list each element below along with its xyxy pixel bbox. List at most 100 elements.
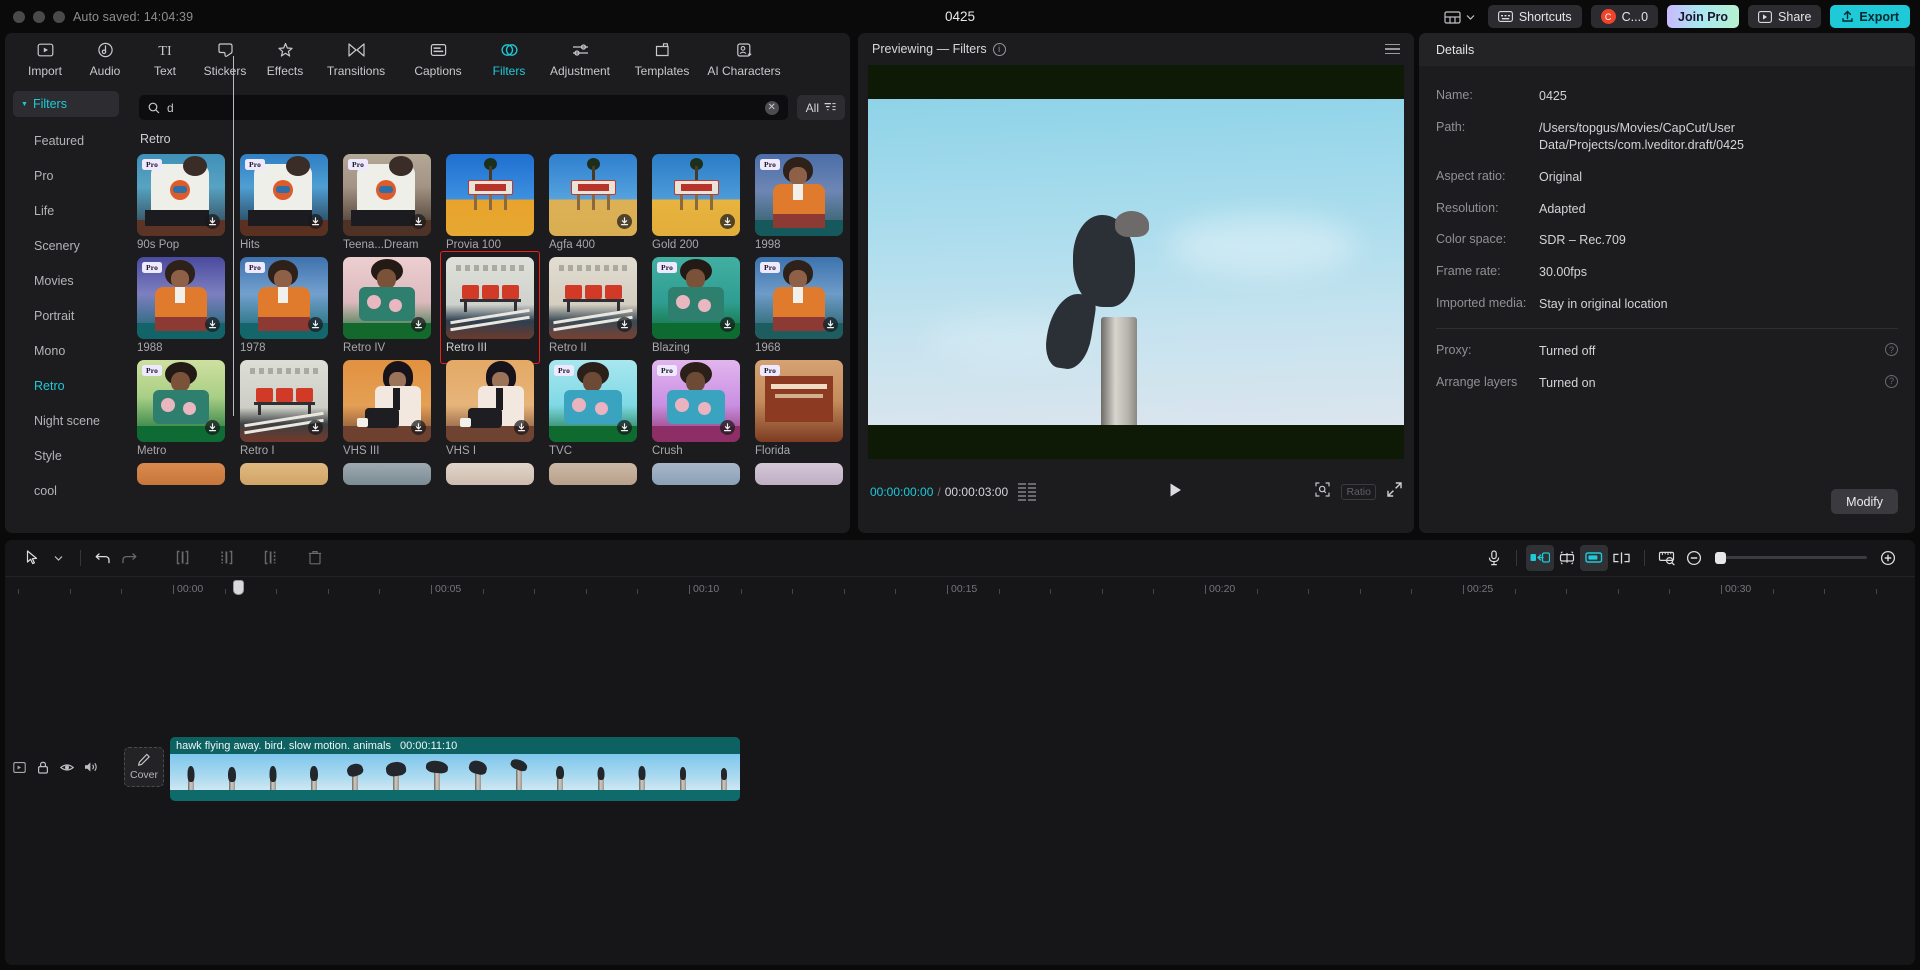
category-header-filters[interactable]: ▼ Filters <box>13 91 119 117</box>
playhead-handle[interactable] <box>233 580 244 595</box>
nav-item-captions[interactable]: Captions <box>397 38 479 80</box>
info-icon[interactable]: i <box>993 43 1006 56</box>
shortcuts-button[interactable]: Shortcuts <box>1488 5 1582 28</box>
filter-card[interactable]: VHS III <box>343 360 445 457</box>
trim-left-button[interactable] <box>214 545 240 571</box>
nav-item-transitions[interactable]: Transitions <box>315 38 397 80</box>
zoom-slider[interactable] <box>1715 556 1867 559</box>
download-icon[interactable] <box>205 420 220 435</box>
split-button[interactable] <box>170 545 196 571</box>
nav-item-text[interactable]: TI Text <box>135 38 195 80</box>
download-icon[interactable] <box>720 317 735 332</box>
hamburger-icon[interactable] <box>1385 44 1400 55</box>
category-item-portrait[interactable]: Portrait <box>5 298 127 333</box>
filter-card[interactable]: Pro Metro <box>137 360 239 457</box>
detail-value[interactable]: Turned on <box>1539 375 1596 392</box>
select-tool-button[interactable] <box>19 545 45 571</box>
nav-item-effects[interactable]: Effects <box>255 38 315 80</box>
category-item-style[interactable]: Style <box>5 438 127 473</box>
close-window-button[interactable] <box>13 11 25 23</box>
filter-card[interactable]: Provia 100 <box>446 154 548 251</box>
search-input[interactable]: d ✕ <box>139 95 788 120</box>
download-icon[interactable] <box>308 420 323 435</box>
filter-card-partial[interactable] <box>240 463 342 485</box>
crop-zoom-button[interactable] <box>1315 482 1330 502</box>
filter-card-partial[interactable] <box>137 463 239 485</box>
download-icon[interactable] <box>720 420 735 435</box>
filter-card[interactable]: Pro Hits <box>240 154 342 251</box>
filter-type-dropdown[interactable]: All <box>797 95 845 120</box>
download-icon[interactable] <box>514 420 529 435</box>
filter-card[interactable]: Pro Teena...Dream <box>343 154 445 251</box>
category-item-featured[interactable]: Featured <box>5 123 127 158</box>
download-icon[interactable] <box>823 317 838 332</box>
layout-switch-button[interactable] <box>1440 7 1479 27</box>
filter-card[interactable]: Pro Blazing <box>652 257 754 354</box>
zoom-out-button[interactable] <box>1681 545 1707 571</box>
filters-grid-scroll[interactable]: Retro Pro 90s Pop <box>137 132 850 524</box>
timeline-ruler[interactable]: 00:0000:0500:1000:1500:2000:2500:30 <box>5 576 1915 602</box>
category-item-night-scene[interactable]: Night scene <box>5 403 127 438</box>
hide-track-button[interactable] <box>60 760 74 774</box>
help-icon[interactable]: ? <box>1885 375 1898 388</box>
download-icon[interactable] <box>720 214 735 229</box>
category-item-mono[interactable]: Mono <box>5 333 127 368</box>
zoom-in-button[interactable] <box>1875 545 1901 571</box>
category-item-cool[interactable]: cool <box>5 473 127 508</box>
detail-value[interactable]: Turned off <box>1539 343 1595 360</box>
nav-item-adjustment[interactable]: Adjustment <box>539 38 621 80</box>
filter-card[interactable]: Pro 1968 <box>755 257 850 354</box>
filter-card[interactable]: Pro 90s Pop <box>137 154 239 251</box>
category-item-scenery[interactable]: Scenery <box>5 228 127 263</box>
filter-card[interactable]: Agfa 400 <box>549 154 651 251</box>
nav-item-stickers[interactable]: Stickers <box>195 38 255 80</box>
filter-card[interactable]: Pro Crush <box>652 360 754 457</box>
redo-button[interactable] <box>116 545 142 571</box>
category-item-pro[interactable]: Pro <box>5 158 127 193</box>
select-tool-dropdown[interactable] <box>45 545 71 571</box>
download-icon[interactable] <box>617 420 632 435</box>
filter-card[interactable]: Pro 1978 <box>240 257 342 354</box>
share-button[interactable]: Share <box>1748 5 1821 28</box>
nav-item-audio[interactable]: Audio <box>75 38 135 80</box>
ratio-button[interactable]: Ratio <box>1341 484 1376 500</box>
mirror-button[interactable] <box>1554 545 1580 571</box>
filter-card-partial[interactable] <box>343 463 445 485</box>
delete-button[interactable] <box>302 545 328 571</box>
zoom-slider-handle[interactable] <box>1715 552 1726 564</box>
filter-card-partial[interactable] <box>755 463 850 485</box>
nav-item-ai-characters[interactable]: AI Characters <box>703 38 785 80</box>
filter-card[interactable]: Retro I <box>240 360 342 457</box>
preview-ruler-button[interactable] <box>1654 545 1681 571</box>
download-icon[interactable] <box>411 420 426 435</box>
category-item-movies[interactable]: Movies <box>5 263 127 298</box>
link-clips-button[interactable] <box>1608 545 1635 571</box>
cover-button[interactable]: Cover <box>124 747 164 787</box>
download-icon[interactable] <box>411 317 426 332</box>
window-traffic-lights[interactable] <box>13 11 65 23</box>
mute-track-button[interactable] <box>84 760 98 774</box>
category-item-retro[interactable]: Retro <box>5 368 127 403</box>
download-icon[interactable] <box>617 317 632 332</box>
filter-card[interactable]: Retro II <box>549 257 651 354</box>
timeline-clip[interactable]: hawk flying away. bird. slow motion. ani… <box>170 737 740 801</box>
modify-button[interactable]: Modify <box>1831 489 1898 514</box>
download-icon[interactable] <box>308 317 323 332</box>
account-button[interactable]: C C...0 <box>1591 5 1658 28</box>
minimize-window-button[interactable] <box>33 11 45 23</box>
nav-item-templates[interactable]: Templates <box>621 38 703 80</box>
download-icon[interactable] <box>308 214 323 229</box>
snap-left-toggle[interactable] <box>1526 545 1554 571</box>
join-pro-button[interactable]: Join Pro <box>1667 5 1739 28</box>
filter-card[interactable]: Retro III <box>446 257 548 354</box>
filter-card[interactable]: Pro Florida <box>755 360 850 457</box>
record-voiceover-button[interactable] <box>1481 545 1507 571</box>
filter-card-partial[interactable] <box>652 463 754 485</box>
snap-right-toggle[interactable] <box>1580 545 1608 571</box>
undo-button[interactable] <box>90 545 116 571</box>
nav-item-import[interactable]: Import <box>15 38 75 80</box>
export-button[interactable]: Export <box>1830 5 1910 28</box>
maximize-window-button[interactable] <box>53 11 65 23</box>
filter-card-partial[interactable] <box>446 463 548 485</box>
help-icon[interactable]: ? <box>1885 343 1898 356</box>
